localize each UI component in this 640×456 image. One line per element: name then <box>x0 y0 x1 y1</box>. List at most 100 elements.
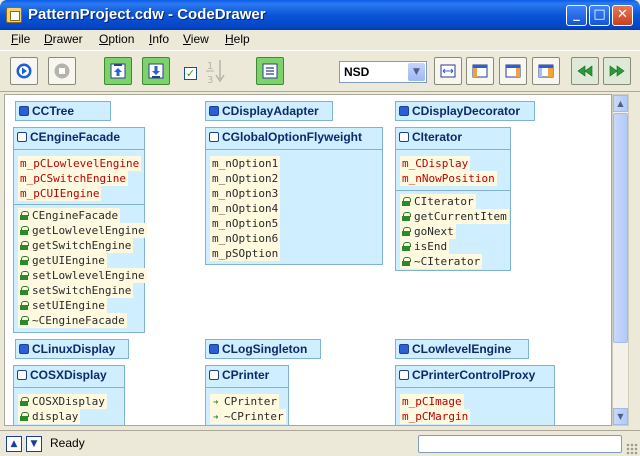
scroll-down-icon[interactable]: ▼ <box>613 408 628 425</box>
menu-drawer[interactable]: Drawer <box>44 32 83 46</box>
class-cosxdisplay[interactable]: COSXDisplay COSXDisplay display <box>13 365 125 425</box>
public-method-icon <box>20 256 29 265</box>
status-panel <box>418 435 622 453</box>
rewind-icon <box>577 65 593 77</box>
method-row[interactable]: CIterator <box>400 194 476 209</box>
field-row[interactable]: m_nOption6 <box>210 231 281 246</box>
field-row[interactable]: m_nOption5 <box>210 216 281 231</box>
public-method-icon <box>20 301 29 310</box>
class-header[interactable]: CGlobalOptionFlyweight <box>206 128 382 148</box>
scroll-up-icon[interactable]: ▲ <box>613 95 628 112</box>
diagram-canvas[interactable]: CCTree CDisplayAdapter CDisplayDecorator… <box>4 94 612 426</box>
method-row[interactable]: setUIEngine <box>18 298 107 313</box>
class-icon <box>209 370 219 380</box>
field-row[interactable]: m_nOption3 <box>210 186 281 201</box>
class-header[interactable]: CPrinter <box>206 366 288 386</box>
field-row[interactable]: m_pCImage <box>400 394 464 409</box>
option-checkbox[interactable]: ✓ <box>184 67 197 80</box>
scrollbar-thumb[interactable] <box>613 113 628 343</box>
field-row[interactable]: m_pCMargin <box>400 409 471 424</box>
nav-up-button[interactable]: ▲ <box>6 436 22 452</box>
status-text: Ready <box>50 436 85 450</box>
menu-option[interactable]: Option <box>99 32 134 46</box>
class-citerator[interactable]: CIterator m_CDisplay m_nNowPosition CIte… <box>395 127 511 271</box>
forward-button[interactable] <box>603 57 631 85</box>
move-up-button[interactable] <box>104 57 132 85</box>
class-cprinter[interactable]: CPrinter ➜ CPrinter ➜ ~CPrinter <box>205 365 289 425</box>
layout-right-button[interactable] <box>499 57 527 85</box>
play-icon <box>16 63 32 79</box>
method-row[interactable]: goNext <box>400 224 456 239</box>
method-row[interactable]: getUIEngine <box>18 253 107 268</box>
list-button[interactable] <box>256 57 284 85</box>
fit-width-button[interactable] <box>434 57 462 85</box>
field-row[interactable]: m_nNowPosition <box>400 171 497 186</box>
close-button[interactable]: ✕ <box>612 5 633 26</box>
field-row[interactable]: m_nOption4 <box>210 201 281 216</box>
class-header[interactable]: COSXDisplay <box>14 366 124 386</box>
class-header[interactable]: CIterator <box>396 128 510 148</box>
class-header[interactable]: CPrinterControlProxy <box>396 366 554 386</box>
chevron-down-icon[interactable]: ▼ <box>408 63 425 81</box>
field-row[interactable]: m_CDisplay <box>400 156 471 171</box>
class-icon <box>209 106 219 116</box>
class-icon <box>399 344 409 354</box>
method-row[interactable]: isEnd <box>400 239 450 254</box>
resize-grip-icon[interactable] <box>626 443 638 455</box>
app-icon[interactable] <box>6 7 22 23</box>
method-row[interactable]: COSXDisplay <box>18 394 107 409</box>
class-cctree[interactable]: CCTree <box>15 101 111 121</box>
svg-text:3: 3 <box>207 75 213 86</box>
class-clogsingleton[interactable]: CLogSingleton <box>205 339 321 359</box>
menu-help[interactable]: Help <box>225 32 250 46</box>
reorder-icon[interactable]: 1 3 <box>202 57 230 87</box>
fit-width-icon <box>440 64 456 78</box>
arrow-right-icon: ➜ <box>213 413 219 423</box>
method-row[interactable]: ➜ ~CPrinter <box>210 409 286 424</box>
public-method-icon <box>402 212 411 221</box>
class-cprintercontrolproxy[interactable]: CPrinterControlProxy m_pCImage m_pCMargi… <box>395 365 555 425</box>
maximize-button[interactable]: □ <box>589 5 610 26</box>
field-row[interactable]: m_nOption1 <box>210 156 281 171</box>
method-row[interactable]: getLowlevelEngine <box>18 223 147 238</box>
method-row[interactable]: ~CEngineFacade <box>18 313 127 328</box>
class-cdisplayadapter[interactable]: CDisplayAdapter <box>205 101 333 121</box>
title-bar[interactable]: PatternProject.cdw - CodeDrawer _ □ ✕ <box>0 0 640 30</box>
method-row[interactable]: getSwitchEngine <box>18 238 134 253</box>
rewind-button[interactable] <box>571 57 599 85</box>
class-clinuxdisplay[interactable]: CLinuxDisplay <box>15 339 129 359</box>
field-row[interactable]: m_pCSwitchEngine <box>18 171 128 186</box>
class-icon <box>399 370 409 380</box>
class-cenginefacade[interactable]: CEngineFacade m_pCLowlevelEngine m_pCSwi… <box>13 127 147 333</box>
menu-info[interactable]: Info <box>149 32 169 46</box>
class-cdisplaydecorator[interactable]: CDisplayDecorator <box>395 101 535 121</box>
method-row[interactable]: getCurrentItem <box>400 209 509 224</box>
class-header[interactable]: CEngineFacade <box>14 128 144 148</box>
diagram-type-select[interactable]: NSD ▼ <box>339 61 427 83</box>
menu-view[interactable]: View <box>183 32 209 46</box>
method-row[interactable]: setLowlevelEngine <box>18 268 147 283</box>
method-row[interactable]: setSwitchEngine <box>18 283 134 298</box>
move-down-button[interactable] <box>142 57 170 85</box>
class-icon <box>19 106 29 116</box>
field-row[interactable]: m_pCLowlevelEngine <box>18 156 142 171</box>
field-row[interactable]: m_pCUIEngine <box>18 186 102 201</box>
stop-button[interactable] <box>48 57 76 85</box>
layout-left-button[interactable] <box>466 57 494 85</box>
minimize-button[interactable]: _ <box>566 5 587 26</box>
field-row[interactable]: m_nOption2 <box>210 171 281 186</box>
class-cglobaloptionflyweight[interactable]: CGlobalOptionFlyweight m_nOption1 m_nOpt… <box>205 127 383 265</box>
menu-file[interactable]: File <box>11 32 30 46</box>
nav-down-button[interactable]: ▼ <box>26 436 42 452</box>
field-row[interactable]: m_pSOption <box>210 246 281 261</box>
run-button[interactable] <box>10 57 38 85</box>
public-method-icon <box>20 316 29 325</box>
method-row[interactable]: ~CIterator <box>400 254 483 269</box>
method-row[interactable]: display <box>18 409 81 424</box>
method-row[interactable]: CEngineFacade <box>18 208 121 223</box>
method-row[interactable]: ➜ CPrinter <box>210 394 279 409</box>
menu-bar: File Drawer Option Info View Help <box>0 30 640 50</box>
class-clowlevelengine[interactable]: CLowlevelEngine <box>395 339 529 359</box>
vertical-scrollbar[interactable]: ▲ ▼ <box>612 94 629 426</box>
layout-split-button[interactable] <box>532 57 560 85</box>
